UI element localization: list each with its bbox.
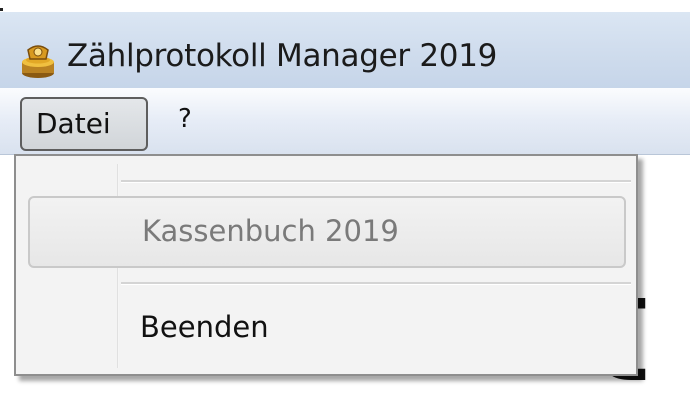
menu-help-label: ?: [178, 104, 192, 134]
menu-item-kassenbuch-label: Kassenbuch 2019: [142, 214, 399, 248]
menu-separator-top: [121, 180, 631, 183]
menu-item-beenden[interactable]: Beenden: [28, 296, 626, 366]
menu-help[interactable]: ?: [172, 104, 202, 144]
menu-separator: [121, 282, 631, 285]
menu-datei[interactable]: Datei: [20, 97, 148, 151]
window-corner: [0, 8, 3, 11]
title-bar[interactable]: Zählprotokoll Manager 2019: [0, 12, 690, 88]
window-title: Zählprotokoll Manager 2019: [67, 38, 498, 74]
menu-item-beenden-label: Beenden: [140, 310, 269, 344]
coin-stack-icon: [18, 40, 58, 80]
datei-dropdown-menu: Kassenbuch 2019 Beenden: [14, 154, 638, 376]
menu-item-kassenbuch[interactable]: Kassenbuch 2019: [28, 196, 626, 268]
menu-datei-label: Datei: [36, 107, 111, 140]
app-window: Zählprotokoll Manager 2019 Datei ? t Kas…: [0, 0, 690, 403]
client-area-edge: [0, 155, 10, 403]
